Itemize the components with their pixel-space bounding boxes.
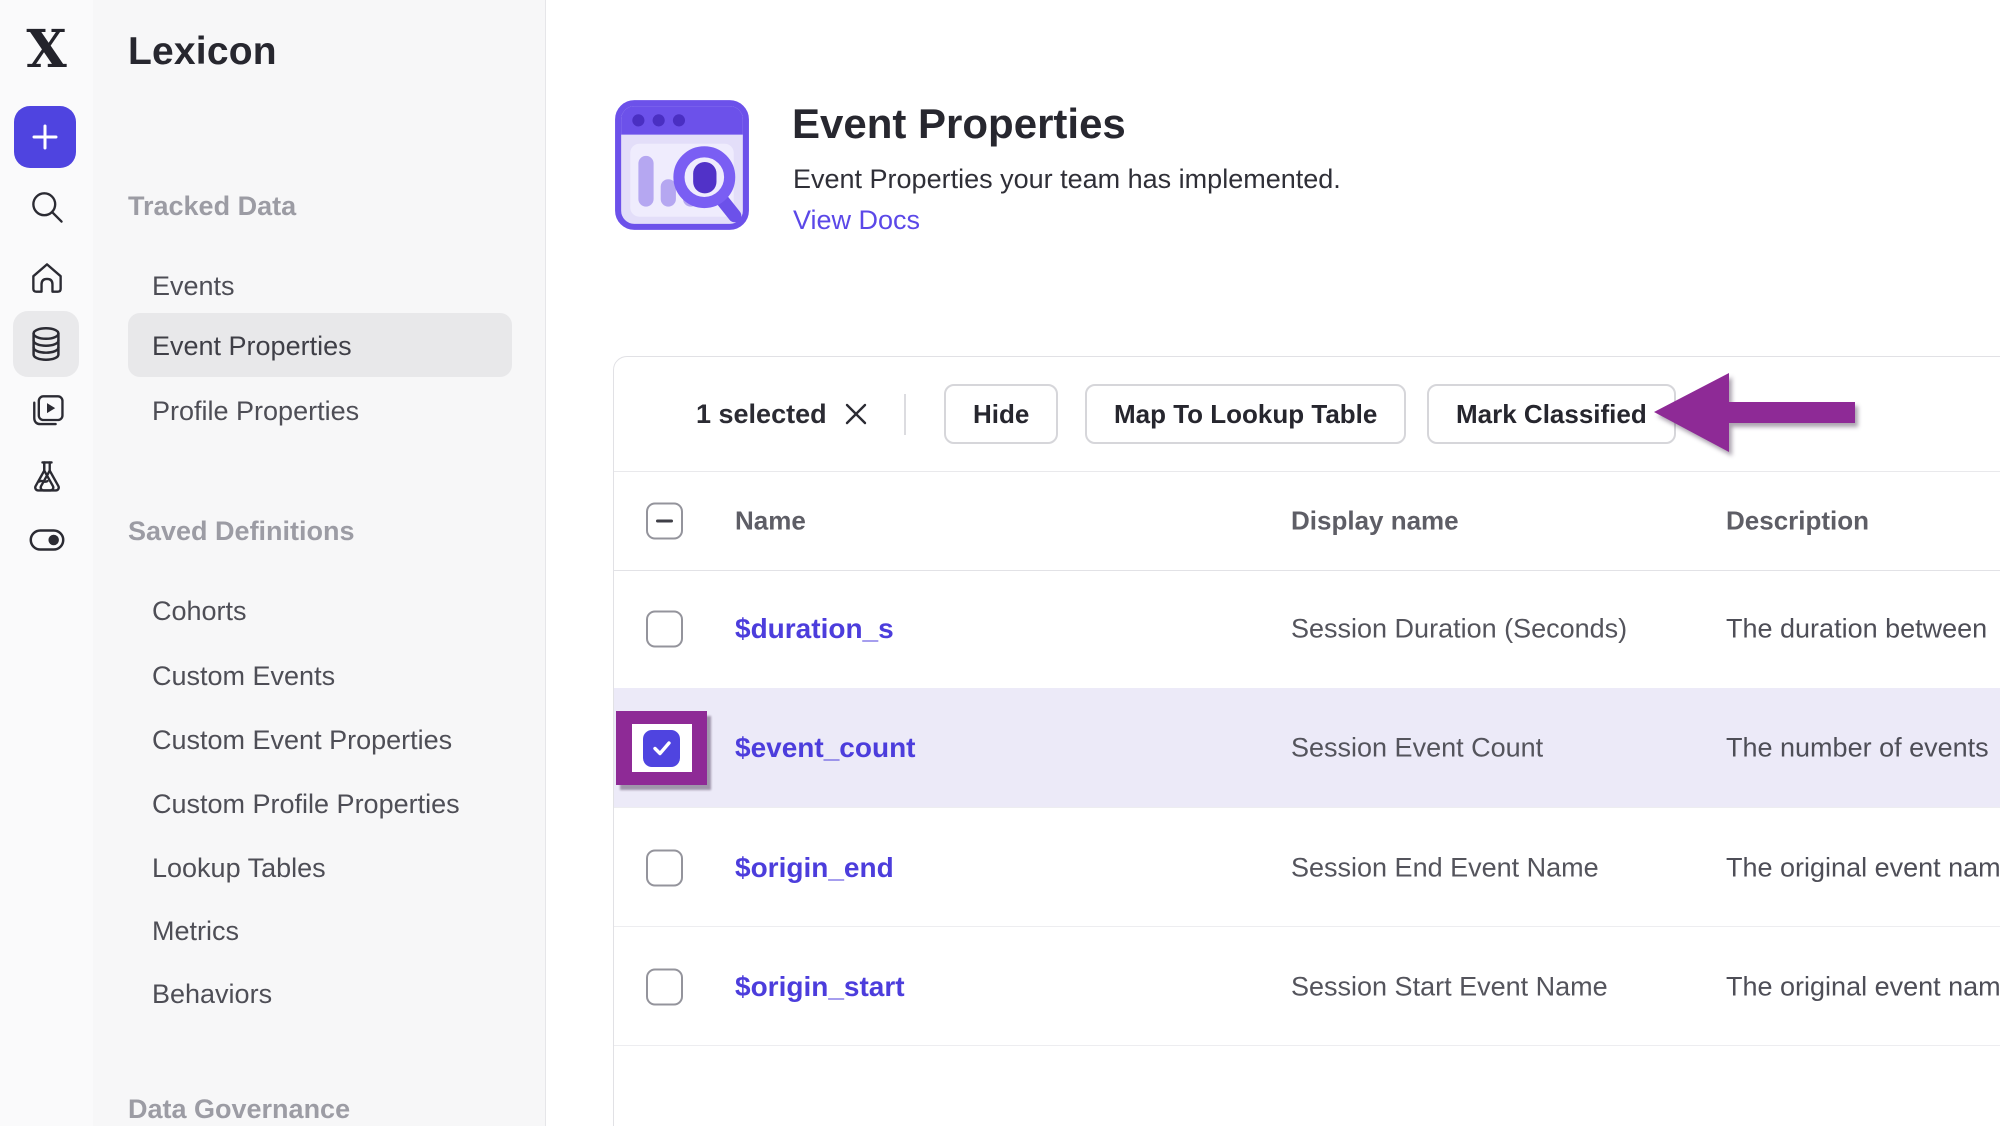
sidebar-title: Lexicon [128, 30, 277, 74]
arrow-left-icon [1649, 366, 1861, 461]
mixpanel-logo-icon: X [26, 24, 66, 76]
sidebar-item-profile-properties[interactable]: Profile Properties [152, 396, 359, 427]
map-to-lookup-table-button[interactable]: Map To Lookup Table [1085, 384, 1406, 444]
sidebar-item-custom-events[interactable]: Custom Events [152, 661, 335, 692]
checkmark-icon [650, 736, 674, 760]
sidebar-item-metrics[interactable]: Metrics [152, 916, 239, 947]
selection-count: 1 selected [696, 399, 827, 430]
sidebar-item-events[interactable]: Events [152, 271, 235, 302]
display-name-cell: Session Duration (Seconds) [1291, 613, 1627, 644]
annotation-highlight-inner [632, 724, 692, 772]
table-header: Name Display name Description [614, 471, 2000, 571]
section-saved-definitions: Saved Definitions [128, 516, 355, 547]
description-cell: The original event nam [1726, 971, 2000, 1002]
table-row[interactable]: $duration_s Session Duration (Seconds) T… [614, 569, 2000, 688]
section-tracked-data: Tracked Data [128, 191, 296, 222]
property-name-link[interactable]: $event_count [735, 732, 916, 764]
table-row[interactable]: $origin_start Session Start Event Name T… [614, 926, 2000, 1046]
event-count-checkbox[interactable] [643, 730, 680, 767]
row-checkbox[interactable] [646, 610, 683, 647]
flask-icon [27, 457, 67, 497]
search-icon [27, 187, 67, 227]
section-data-governance: Data Governance [128, 1094, 350, 1125]
select-all-checkbox[interactable] [646, 503, 683, 540]
sidebar-item-behaviors[interactable]: Behaviors [152, 979, 272, 1010]
sidebar-item-cohorts[interactable]: Cohorts [152, 596, 247, 627]
x-close-icon [843, 401, 869, 427]
create-button[interactable] [14, 106, 76, 168]
row-checkbox[interactable] [646, 968, 683, 1005]
mark-classified-button[interactable]: Mark Classified [1427, 384, 1676, 444]
home-icon [27, 258, 67, 298]
property-name-link[interactable]: $duration_s [735, 613, 894, 645]
table-row-selected[interactable]: $event_count Session Event Count The num… [614, 688, 2000, 807]
event-properties-icon [611, 94, 753, 241]
rail-boards-button[interactable] [0, 388, 93, 432]
table-row[interactable]: $origin_end Session End Event Name The o… [614, 807, 2000, 927]
sidebar-item-custom-profile-properties[interactable]: Custom Profile Properties [152, 789, 460, 820]
property-name-link[interactable]: $origin_end [735, 852, 894, 884]
hide-button[interactable]: Hide [944, 384, 1058, 444]
row-checkbox[interactable] [646, 849, 683, 886]
page-subtitle: Event Properties your team has implement… [793, 164, 1341, 195]
property-name-link[interactable]: $origin_start [735, 971, 905, 1003]
display-name-cell: Session Start Event Name [1291, 971, 1608, 1002]
lexicon-app: X [0, 0, 2000, 1126]
lexicon-sidebar: Lexicon Tracked Data Events Event Proper… [93, 0, 546, 1126]
rail-search-button[interactable] [0, 185, 93, 229]
event-properties-table-card: 1 selected Hide Map To Lookup Table Mark… [613, 356, 2000, 1126]
database-icon [25, 323, 67, 365]
description-cell: The original event nam [1726, 852, 2000, 883]
mixpanel-logo[interactable]: X [0, 22, 93, 78]
description-cell: The number of events [1726, 732, 2000, 763]
column-header-description[interactable]: Description [1726, 506, 1869, 537]
display-name-cell: Session Event Count [1291, 732, 1543, 763]
icon-rail: X [0, 0, 94, 1126]
page-title: Event Properties [792, 100, 1126, 148]
description-cell: The duration between [1726, 613, 2000, 644]
sidebar-item-event-properties[interactable]: Event Properties [128, 313, 512, 377]
table-row-empty [614, 1045, 2000, 1126]
rail-feature-flags-button[interactable] [0, 520, 93, 560]
indeterminate-minus-icon [656, 520, 673, 523]
view-docs-link[interactable]: View Docs [793, 205, 920, 236]
plus-icon [28, 120, 62, 154]
clear-selection-button[interactable] [843, 401, 869, 427]
toggle-icon [26, 519, 68, 561]
column-header-name[interactable]: Name [735, 506, 806, 537]
display-name-cell: Session End Event Name [1291, 852, 1599, 883]
rail-data-management-button[interactable] [13, 311, 79, 377]
toolbar-divider [904, 394, 906, 435]
sidebar-item-label: Event Properties [152, 331, 352, 362]
annotation-arrow [1649, 366, 1861, 466]
column-header-display-name[interactable]: Display name [1291, 506, 1459, 537]
sidebar-item-lookup-tables[interactable]: Lookup Tables [152, 853, 326, 884]
rail-home-button[interactable] [0, 256, 93, 300]
sidebar-item-custom-event-properties[interactable]: Custom Event Properties [152, 725, 452, 756]
rail-experiments-button[interactable] [0, 455, 93, 499]
annotation-highlight-box [616, 711, 707, 785]
boards-icon [27, 390, 67, 430]
